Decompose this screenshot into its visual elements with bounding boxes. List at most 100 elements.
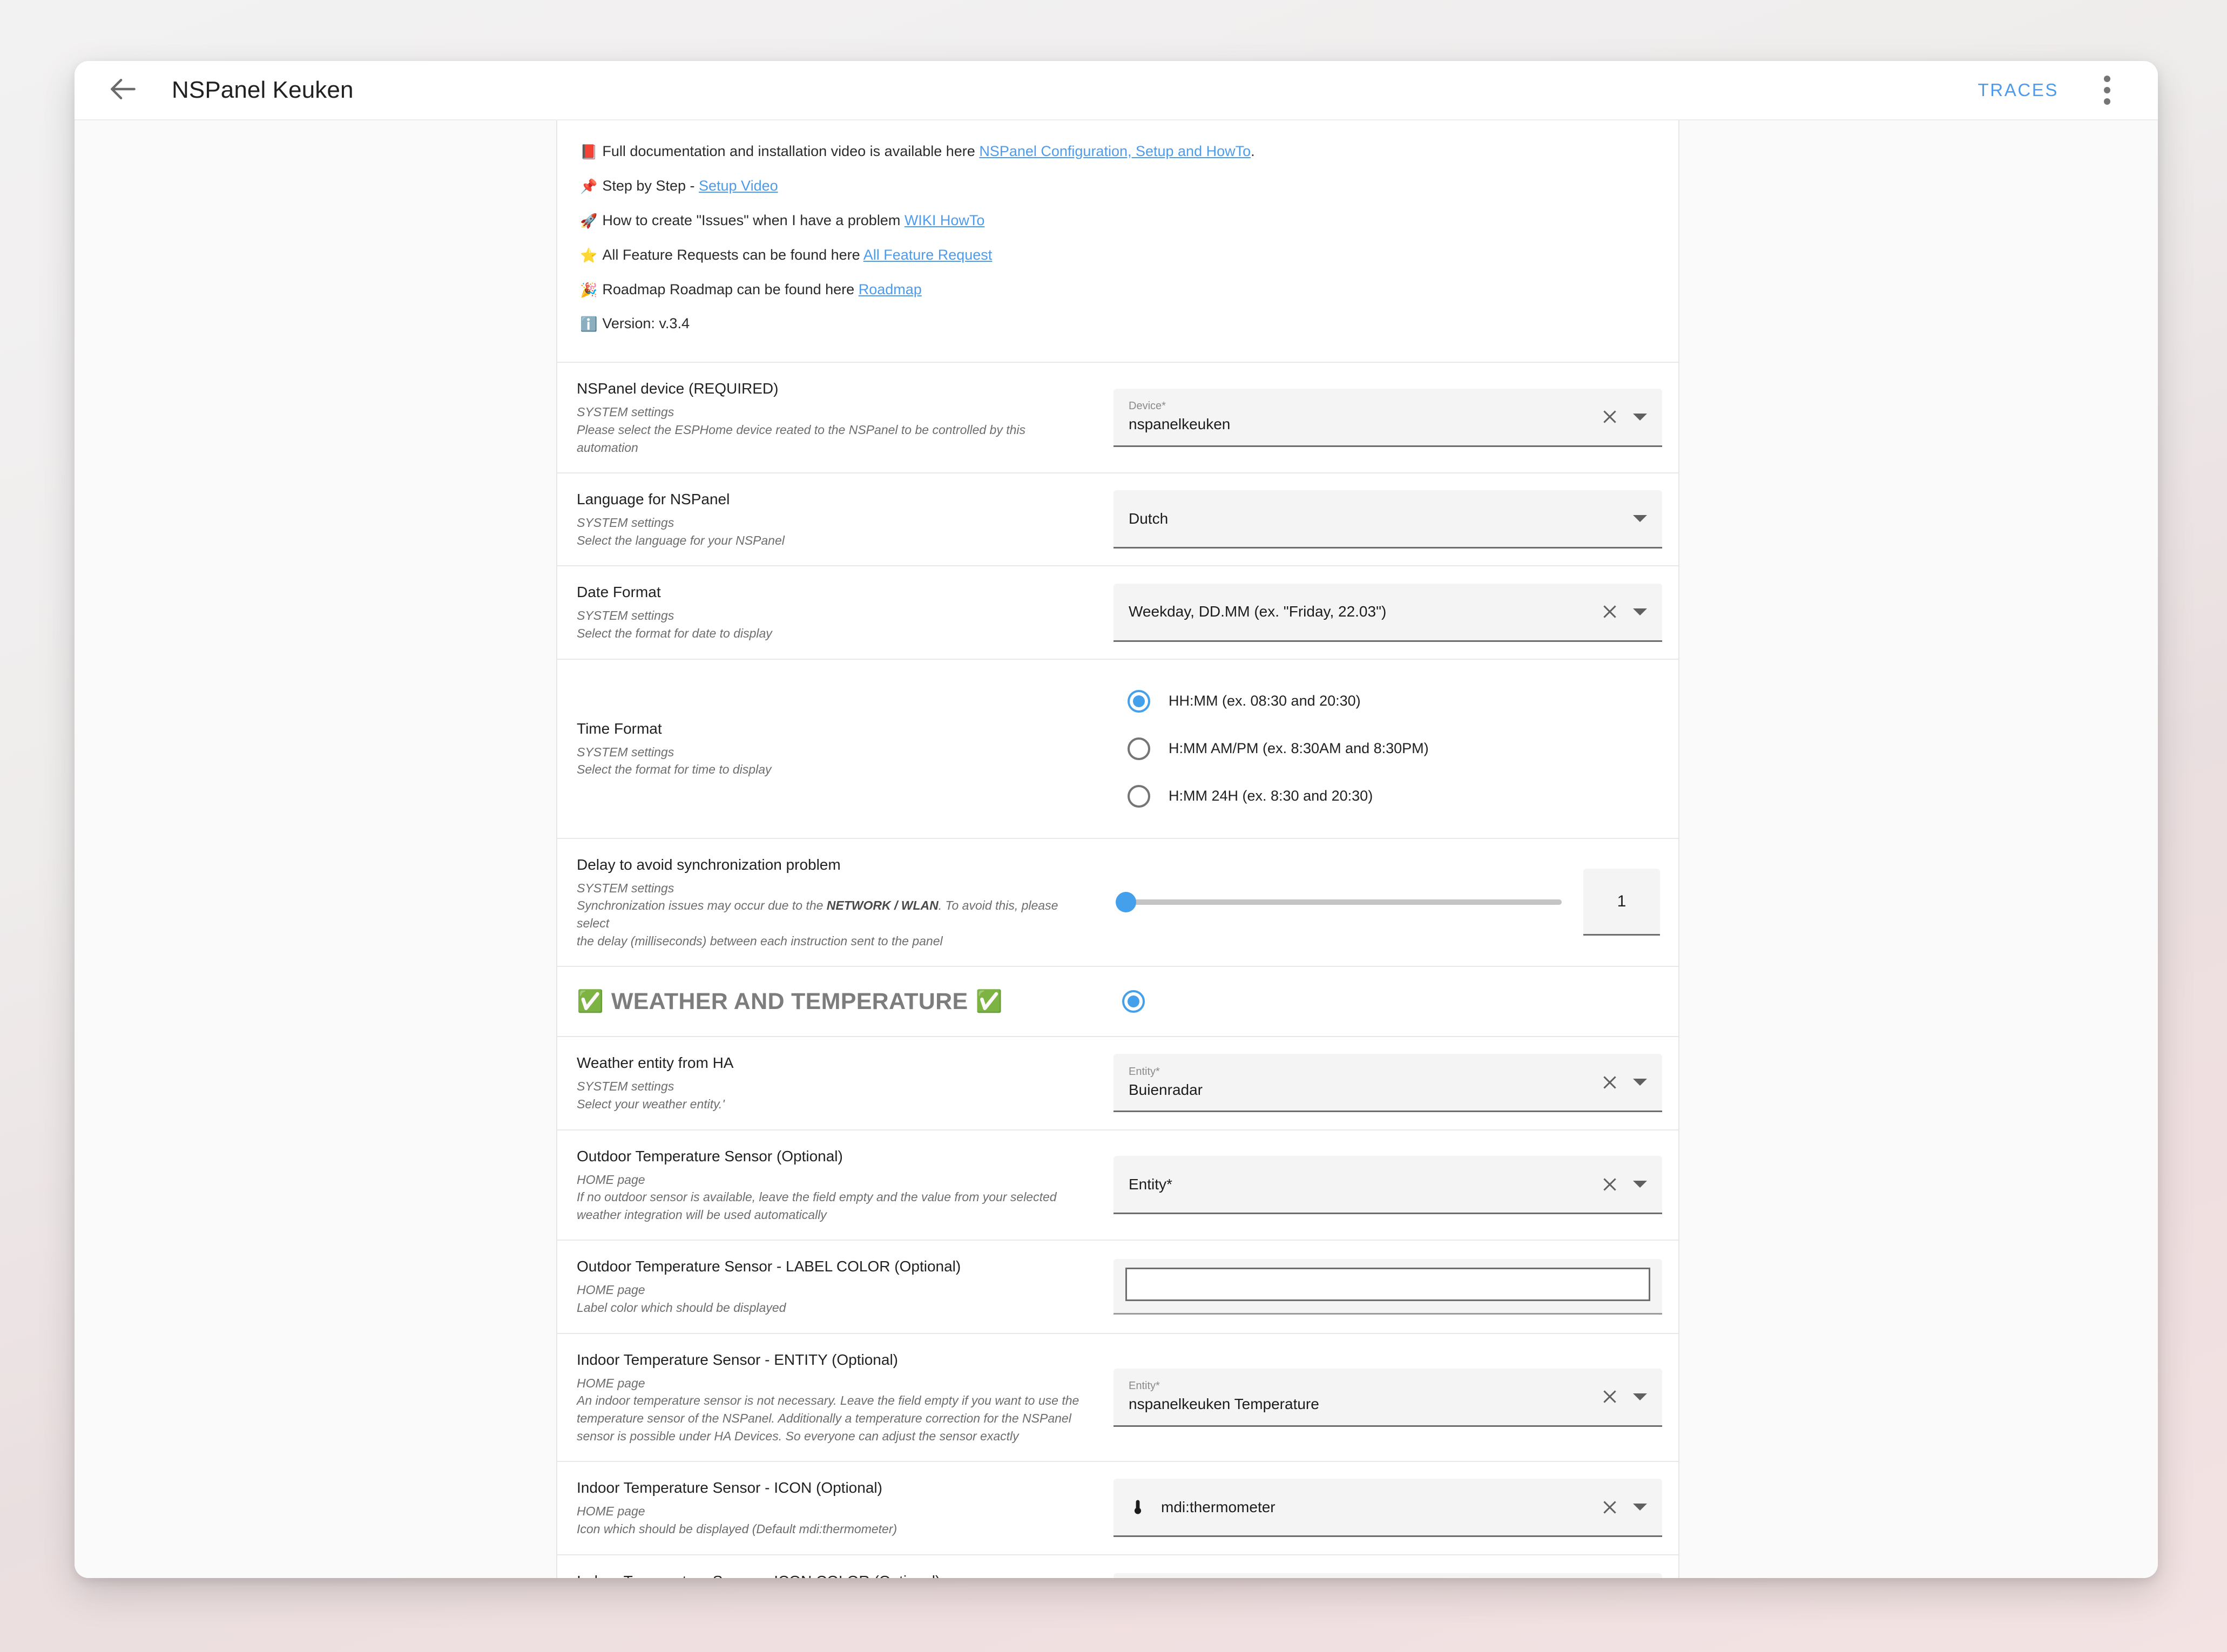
field-value: nspanelkeuken Temperature bbox=[1129, 1396, 1591, 1413]
radio-label: H:MM 24H (ex. 8:30 and 20:30) bbox=[1169, 788, 1373, 804]
indoor-icon-color-field[interactable] bbox=[1114, 1573, 1662, 1578]
row-title: Indoor Temperature Sensor - ENTITY (Opti… bbox=[577, 1350, 1088, 1370]
row-weather-entity: Weather entity from HA SYSTEM settings S… bbox=[557, 1037, 1678, 1130]
field-actions bbox=[1601, 408, 1647, 426]
slider-thumb[interactable] bbox=[1116, 892, 1136, 912]
doc-line-step-by-step: 📌Step by Step - Setup Video bbox=[580, 169, 1656, 204]
row-label-group: Outdoor Temperature Sensor (Optional) HO… bbox=[557, 1130, 1108, 1240]
radio-indicator bbox=[1128, 737, 1150, 760]
chevron-down-icon[interactable] bbox=[1633, 414, 1647, 421]
row-control: Device* nspanelkeuken bbox=[1108, 363, 1678, 472]
row-nspanel-device: NSPanel device (REQUIRED) SYSTEM setting… bbox=[557, 363, 1678, 473]
date-format-select[interactable]: Weekday, DD.MM (ex. "Friday, 22.03") bbox=[1114, 584, 1662, 642]
doc-link-roadmap[interactable]: Roadmap bbox=[859, 281, 922, 297]
arrow-back-icon bbox=[106, 72, 140, 109]
row-scope: SYSTEM settings bbox=[577, 1078, 1088, 1095]
editor-scroll-area[interactable]: 📕Full documentation and installation vid… bbox=[75, 120, 2158, 1578]
section-label-group: ✅ WEATHER AND TEMPERATURE ✅ bbox=[557, 972, 1108, 1031]
party-popper-icon: 🎉 bbox=[580, 281, 597, 300]
clear-icon[interactable] bbox=[1601, 1387, 1619, 1406]
row-scope: SYSTEM settings bbox=[577, 743, 1088, 761]
row-description: An indoor temperature sensor is not nece… bbox=[577, 1392, 1088, 1410]
row-title: Time Format bbox=[577, 719, 1088, 739]
row-title: Date Format bbox=[577, 583, 1088, 602]
doc-link-all-feature-request[interactable]: All Feature Request bbox=[863, 247, 993, 263]
doc-line-text: Step by Step - bbox=[602, 178, 699, 194]
doc-link-nspanel-config[interactable]: NSPanel Configuration, Setup and HowTo bbox=[979, 143, 1251, 159]
clear-icon[interactable] bbox=[1601, 408, 1619, 426]
doc-line-text: Roadmap Roadmap can be found here bbox=[602, 281, 858, 297]
rocket-icon: 🚀 bbox=[580, 212, 597, 231]
row-scope: SYSTEM settings bbox=[577, 607, 1088, 625]
field-actions bbox=[1601, 602, 1647, 621]
clear-icon[interactable] bbox=[1601, 1073, 1619, 1092]
chevron-down-icon[interactable] bbox=[1633, 608, 1647, 615]
row-label-group: Weather entity from HA SYSTEM settings S… bbox=[557, 1037, 1108, 1129]
more-vertical-icon[interactable] bbox=[2082, 65, 2132, 115]
chevron-down-icon[interactable] bbox=[1633, 1393, 1647, 1400]
doc-link-setup-video[interactable]: Setup Video bbox=[699, 178, 778, 194]
color-swatch[interactable] bbox=[1125, 1268, 1650, 1301]
language-select[interactable]: Dutch bbox=[1114, 490, 1662, 549]
clear-icon[interactable] bbox=[1601, 602, 1619, 621]
section-enable-radio[interactable] bbox=[1122, 990, 1145, 1013]
row-label-group: NSPanel device (REQUIRED) SYSTEM setting… bbox=[557, 363, 1108, 472]
chevron-down-icon[interactable] bbox=[1633, 515, 1647, 522]
radio-option-hhmm[interactable]: HH:MM (ex. 08:30 and 20:30) bbox=[1128, 690, 1662, 713]
indoor-temp-entity-picker[interactable]: Entity* nspanelkeuken Temperature bbox=[1114, 1369, 1662, 1427]
indoor-temp-icon-picker[interactable]: mdi:thermometer bbox=[1114, 1479, 1662, 1537]
row-scope: HOME page bbox=[577, 1375, 1088, 1392]
radio-option-ampm[interactable]: H:MM AM/PM (ex. 8:30AM and 8:30PM) bbox=[1128, 737, 1662, 760]
row-sync-delay: Delay to avoid synchronization problem S… bbox=[557, 839, 1678, 967]
field-label: Device* bbox=[1129, 401, 1591, 411]
delay-slider[interactable] bbox=[1116, 891, 1562, 913]
radio-label: H:MM AM/PM (ex. 8:30AM and 8:30PM) bbox=[1169, 740, 1429, 757]
doc-line-suffix: . bbox=[1251, 143, 1255, 159]
row-title: Delay to avoid synchronization problem bbox=[577, 855, 1088, 875]
row-title: Language for NSPanel bbox=[577, 490, 1088, 510]
closed-book-icon: 📕 bbox=[580, 143, 597, 162]
row-scope: SYSTEM settings bbox=[577, 403, 1088, 421]
field-label: Entity* bbox=[1129, 1380, 1591, 1391]
device-picker[interactable]: Device* nspanelkeuken bbox=[1114, 389, 1662, 447]
delay-number-input[interactable]: 1 bbox=[1583, 869, 1660, 936]
row-description: Icon which should be displayed (Default … bbox=[577, 1520, 1088, 1538]
chevron-down-icon[interactable] bbox=[1633, 1504, 1647, 1511]
radio-label: HH:MM (ex. 08:30 and 20:30) bbox=[1169, 693, 1361, 709]
radio-option-24h[interactable]: H:MM 24H (ex. 8:30 and 20:30) bbox=[1128, 785, 1662, 808]
clear-icon[interactable] bbox=[1601, 1498, 1619, 1516]
field-value: Weekday, DD.MM (ex. "Friday, 22.03") bbox=[1129, 603, 1591, 620]
chevron-down-icon[interactable] bbox=[1633, 1181, 1647, 1188]
row-control bbox=[1108, 1241, 1678, 1332]
row-control: HH:MM (ex. 08:30 and 20:30) H:MM AM/PM (… bbox=[1108, 660, 1678, 838]
back-button[interactable] bbox=[97, 64, 149, 116]
row-label-group: Indoor Temperature Sensor - ICON (Option… bbox=[557, 1462, 1108, 1554]
weather-entity-text: Entity* Buienradar bbox=[1129, 1066, 1591, 1099]
doc-line-documentation: 📕Full documentation and installation vid… bbox=[580, 134, 1656, 169]
date-format-select-text: Weekday, DD.MM (ex. "Friday, 22.03") bbox=[1129, 603, 1591, 620]
row-description: If no outdoor sensor is available, leave… bbox=[577, 1188, 1088, 1206]
row-control: mdi:thermometer bbox=[1108, 1462, 1678, 1554]
section-weather-and-temperature: ✅ WEATHER AND TEMPERATURE ✅ bbox=[557, 967, 1678, 1037]
chevron-down-icon[interactable] bbox=[1633, 1079, 1647, 1086]
automation-editor-window: NSPanel Keuken TRACES 📕Full documentatio… bbox=[75, 61, 2158, 1578]
field-value: mdi:thermometer bbox=[1161, 1499, 1591, 1516]
row-description: Select the format for time to display bbox=[577, 761, 1088, 778]
row-label-group: Outdoor Temperature Sensor - LABEL COLOR… bbox=[557, 1241, 1108, 1332]
outdoor-label-color-field[interactable] bbox=[1114, 1259, 1662, 1315]
row-scope: SYSTEM settings bbox=[577, 514, 1088, 532]
doc-link-wiki-howto[interactable]: WIKI HowTo bbox=[905, 212, 985, 228]
field-value: nspanelkeuken bbox=[1129, 416, 1591, 433]
row-indoor-temp-entity: Indoor Temperature Sensor - ENTITY (Opti… bbox=[557, 1334, 1678, 1463]
outdoor-temp-entity-picker[interactable]: Entity* bbox=[1114, 1156, 1662, 1214]
clear-icon[interactable] bbox=[1601, 1175, 1619, 1194]
row-description: Select the language for your NSPanel bbox=[577, 532, 1088, 550]
row-description: Select your weather entity.' bbox=[577, 1095, 1088, 1113]
traces-button[interactable]: TRACES bbox=[1962, 68, 2075, 112]
row-label-group: Indoor Temperature Sensor - ICON COLOR (… bbox=[557, 1555, 1108, 1578]
section-title: WEATHER AND TEMPERATURE bbox=[611, 989, 968, 1015]
outdoor-temp-entity-text: Entity* bbox=[1129, 1176, 1591, 1193]
delay-value: 1 bbox=[1617, 892, 1627, 911]
row-title: Indoor Temperature Sensor - ICON COLOR (… bbox=[577, 1572, 1088, 1578]
weather-entity-picker[interactable]: Entity* Buienradar bbox=[1114, 1054, 1662, 1112]
